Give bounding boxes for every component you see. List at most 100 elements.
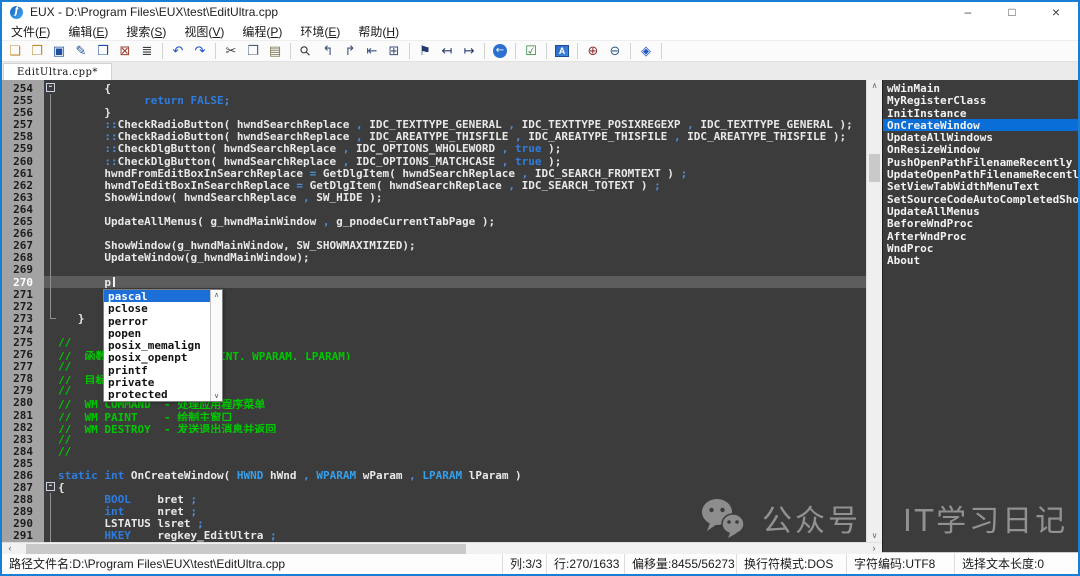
- function-list-item[interactable]: MyRegisterClass: [883, 94, 1078, 106]
- code-line[interactable]: 291 HKEY regkey_EditUltra ;: [2, 529, 866, 541]
- function-list-item[interactable]: UpdateOpenPathFilenameRecently: [883, 168, 1078, 180]
- editor-hscrollbar[interactable]: ‹ ›: [2, 542, 882, 554]
- save-button[interactable]: ▣: [49, 41, 69, 61]
- scroll-down-icon[interactable]: ∨: [211, 392, 222, 400]
- code-line[interactable]: 254- {: [2, 82, 866, 94]
- line-number[interactable]: 263: [2, 191, 44, 203]
- line-number[interactable]: 275: [2, 336, 44, 348]
- line-number[interactable]: 276: [2, 348, 44, 360]
- close-button[interactable]: ×: [1034, 2, 1078, 22]
- line-number[interactable]: 268: [2, 251, 44, 263]
- new-file-button[interactable]: ❏: [5, 41, 25, 61]
- about-button[interactable]: ◈: [636, 41, 656, 61]
- close-file-button[interactable]: ⊠: [115, 41, 135, 61]
- line-number[interactable]: 284: [2, 445, 44, 457]
- function-list-item[interactable]: About: [883, 254, 1078, 266]
- autocomplete-item[interactable]: pclose: [104, 302, 222, 314]
- scroll-left-icon[interactable]: ‹: [4, 543, 16, 555]
- function-list-item[interactable]: SetViewTabWidthMenuText: [883, 180, 1078, 192]
- line-number[interactable]: 262: [2, 179, 44, 191]
- scroll-down-icon[interactable]: ∨: [867, 530, 882, 542]
- bookmark-previous-button[interactable]: ↤: [437, 41, 457, 61]
- code-line[interactable]: 257 ::CheckRadioButton( hwndSearchReplac…: [2, 118, 866, 130]
- autocomplete-item[interactable]: private: [104, 376, 222, 388]
- line-number[interactable]: 269: [2, 263, 44, 275]
- find-next-button[interactable]: ↱: [340, 41, 360, 61]
- code-line[interactable]: 265 UpdateAllMenus( g_hwndMainWindow , g…: [2, 215, 866, 227]
- line-number[interactable]: 257: [2, 118, 44, 130]
- code-line[interactable]: 260 ::CheckDlgButton( hwndSearchReplace …: [2, 155, 866, 167]
- save-as-button[interactable]: ✎: [71, 41, 91, 61]
- line-number[interactable]: 271: [2, 288, 44, 300]
- code-line[interactable]: 269: [2, 263, 866, 275]
- tab-editultra-cpp[interactable]: EditUltra.cpp*: [3, 63, 112, 80]
- zoom-in-button[interactable]: ⊕: [583, 41, 603, 61]
- code-line[interactable]: 267 ShowWindow(g_hwndMainWindow, SW_SHOW…: [2, 239, 866, 251]
- function-list-item[interactable]: WndProc: [883, 242, 1078, 254]
- minimize-button[interactable]: –: [946, 2, 990, 22]
- line-number[interactable]: 278: [2, 372, 44, 384]
- function-list-item[interactable]: BeforeWndProc: [883, 217, 1078, 229]
- line-number[interactable]: 287: [2, 481, 44, 493]
- code-line[interactable]: 258 ::CheckRadioButton( hwndSearchReplac…: [2, 130, 866, 142]
- scroll-up-icon[interactable]: ∧: [867, 80, 882, 92]
- replace-all-button[interactable]: ⊞: [384, 41, 404, 61]
- autocomplete-item[interactable]: popen: [104, 327, 222, 339]
- function-list-item[interactable]: SetSourceCodeAutoCompletedShowAf: [883, 193, 1078, 205]
- open-file-button[interactable]: ❐: [27, 41, 47, 61]
- line-number[interactable]: 254: [2, 82, 44, 94]
- code-line[interactable]: 266: [2, 227, 866, 239]
- file-list-button[interactable]: ≣: [137, 41, 157, 61]
- scroll-up-icon[interactable]: ∧: [211, 291, 222, 299]
- line-number[interactable]: 266: [2, 227, 44, 239]
- code-line[interactable]: 263 ShowWindow( hwndSearchReplace , SW_H…: [2, 191, 866, 203]
- find-previous-button[interactable]: ↰: [318, 41, 338, 61]
- line-number[interactable]: 283: [2, 433, 44, 445]
- function-list-item[interactable]: PushOpenPathFilenameRecently: [883, 156, 1078, 168]
- function-list-item[interactable]: AfterWndProc: [883, 230, 1078, 242]
- menu-item-program[interactable]: 编程(P): [233, 23, 291, 40]
- line-number[interactable]: 290: [2, 517, 44, 529]
- line-number[interactable]: 256: [2, 106, 44, 118]
- code-line[interactable]: 259 ::CheckDlgButton( hwndSearchReplace …: [2, 142, 866, 154]
- autocomplete-item[interactable]: pascal: [104, 290, 222, 302]
- autocomplete-item[interactable]: perror: [104, 315, 222, 327]
- autocomplete-item[interactable]: protected: [104, 388, 222, 400]
- menu-item-file[interactable]: 文件(F): [2, 23, 59, 40]
- fold-marker[interactable]: -: [46, 482, 55, 491]
- editor-vscrollbar[interactable]: ∧ ∨: [866, 80, 882, 542]
- code-line[interactable]: 287-{: [2, 481, 866, 493]
- menu-item-help[interactable]: 帮助(H): [349, 23, 408, 40]
- code-line[interactable]: 255 return FALSE;: [2, 94, 866, 106]
- go-back-button[interactable]: ←: [490, 41, 510, 61]
- line-number[interactable]: 282: [2, 421, 44, 433]
- line-number[interactable]: 274: [2, 324, 44, 336]
- line-number[interactable]: 258: [2, 130, 44, 142]
- replace-button[interactable]: ⇤: [362, 41, 382, 61]
- line-number[interactable]: 279: [2, 384, 44, 396]
- autocomplete-scrollbar[interactable]: ∧ ∨: [210, 290, 222, 401]
- cut-button[interactable]: ✂: [221, 41, 241, 61]
- task-list-button[interactable]: ☑: [521, 41, 541, 61]
- code-line[interactable]: 286static int OnCreateWindow( HWND hWnd …: [2, 469, 866, 481]
- syntax-highlight-button[interactable]: A: [552, 41, 572, 61]
- line-number[interactable]: 264: [2, 203, 44, 215]
- code-line[interactable]: 262 hwndToEditBoxInSearchReplace = GetDl…: [2, 179, 866, 191]
- line-number[interactable]: 261: [2, 167, 44, 179]
- menu-item-search[interactable]: 搜索(S): [117, 23, 175, 40]
- redo-button[interactable]: ↷: [190, 41, 210, 61]
- fold-marker[interactable]: -: [46, 83, 55, 92]
- line-number[interactable]: 291: [2, 529, 44, 541]
- code-line[interactable]: 281// WM_PAINT - 绘制主窗口: [2, 409, 866, 421]
- line-number[interactable]: 285: [2, 457, 44, 469]
- code-line[interactable]: 270 p: [2, 276, 866, 288]
- paste-button[interactable]: ▤: [265, 41, 285, 61]
- line-number[interactable]: 270: [2, 276, 44, 288]
- menu-item-edit[interactable]: 编辑(E): [59, 23, 117, 40]
- code-line[interactable]: 283//: [2, 433, 866, 445]
- vscroll-thumb[interactable]: [869, 154, 880, 182]
- code-line[interactable]: 264: [2, 203, 866, 215]
- line-number[interactable]: 273: [2, 312, 44, 324]
- code-line[interactable]: 284//: [2, 445, 866, 457]
- scroll-right-icon[interactable]: ›: [868, 543, 880, 555]
